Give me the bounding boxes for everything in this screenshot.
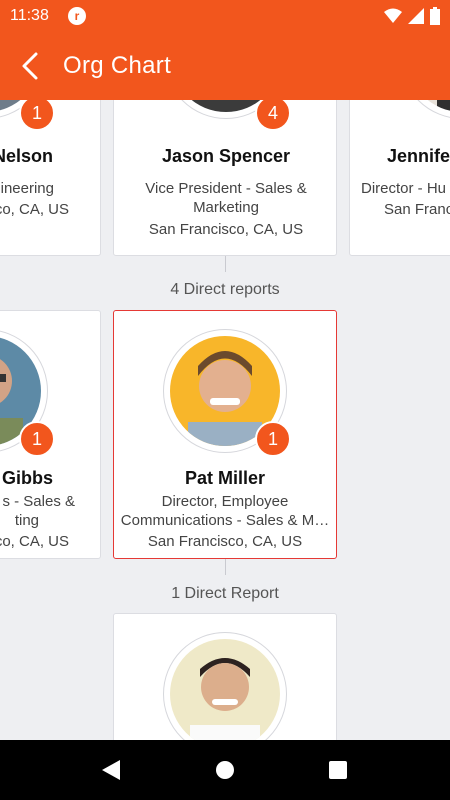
employee-name: Pat Miller bbox=[184, 468, 266, 488]
employee-location: San Franc bbox=[384, 201, 450, 218]
nav-home-button[interactable] bbox=[213, 758, 237, 782]
nav-recents-button[interactable] bbox=[326, 758, 350, 782]
avatar bbox=[163, 632, 287, 740]
wifi-icon bbox=[384, 8, 402, 23]
employee-card-pat-miller[interactable]: 1 Pat Miller Director, Employee Communic… bbox=[113, 310, 337, 559]
connector-line bbox=[225, 256, 226, 272]
signal-icon bbox=[408, 8, 424, 24]
employee-role-line1: Director, Employee bbox=[161, 493, 289, 510]
employee-role-line2: ting bbox=[14, 512, 39, 529]
employee-role: Vice President - Sales & Marketing bbox=[145, 180, 307, 216]
employee-card-nelson[interactable]: 1 Nelson ineering co, CA, US bbox=[0, 100, 101, 256]
page-title: Org Chart bbox=[63, 52, 172, 79]
chevron-left-icon bbox=[22, 52, 38, 80]
employee-location: co, CA, US bbox=[0, 533, 69, 550]
direct-reports-badge: 4 bbox=[255, 100, 291, 131]
back-button[interactable] bbox=[16, 50, 48, 82]
circle-home-icon bbox=[216, 761, 234, 779]
employee-name: Jennife bbox=[387, 146, 450, 166]
employee-name: Nelson bbox=[0, 146, 53, 166]
employee-role-line1: s - Sales & bbox=[2, 493, 75, 510]
direct-reports-label[interactable]: 1 Direct Report bbox=[0, 585, 450, 603]
connector-line bbox=[225, 559, 226, 575]
employee-card-jason-spencer[interactable]: 4 Jason Spencer Vice President - Sales &… bbox=[113, 100, 337, 256]
direct-reports-badge: 1 bbox=[19, 421, 55, 457]
employee-name: Jason Spencer bbox=[161, 146, 291, 166]
battery-icon bbox=[430, 7, 440, 25]
org-chart-canvas[interactable]: 1 Nelson ineering co, CA, US 4 Jason Spe… bbox=[0, 100, 450, 740]
triangle-back-icon bbox=[102, 760, 120, 780]
employee-name: Gibbs bbox=[1, 468, 53, 488]
employee-card-jennifer[interactable]: Jennife Director - Hu San Franc bbox=[349, 100, 450, 256]
square-recents-icon bbox=[329, 761, 347, 779]
nav-back-button[interactable] bbox=[100, 758, 124, 782]
status-time: 11:38 bbox=[10, 7, 49, 24]
employee-card-direct-report[interactable] bbox=[113, 613, 337, 740]
status-bar: 11:38 r bbox=[0, 0, 450, 32]
direct-reports-badge: 1 bbox=[19, 100, 55, 131]
avatar bbox=[400, 100, 450, 119]
navigation-bar bbox=[0, 740, 450, 800]
employee-card-gibbs[interactable]: 1 Gibbs s - Sales & ting co, CA, US bbox=[0, 310, 101, 559]
employee-role: ineering bbox=[0, 180, 54, 197]
direct-reports-label[interactable]: 4 Direct reports bbox=[0, 281, 450, 299]
employee-location: co, CA, US bbox=[0, 201, 69, 218]
employee-role: Director - Hu bbox=[361, 180, 447, 197]
employee-role-line2: Communications - Sales & M… bbox=[120, 512, 330, 529]
app-notification-icon: r bbox=[68, 7, 86, 25]
employee-location: San Francisco, CA, US bbox=[147, 533, 303, 550]
app-bar: Org Chart bbox=[0, 32, 450, 100]
employee-location: San Francisco, CA, US bbox=[148, 221, 304, 238]
direct-reports-badge: 1 bbox=[255, 421, 291, 457]
